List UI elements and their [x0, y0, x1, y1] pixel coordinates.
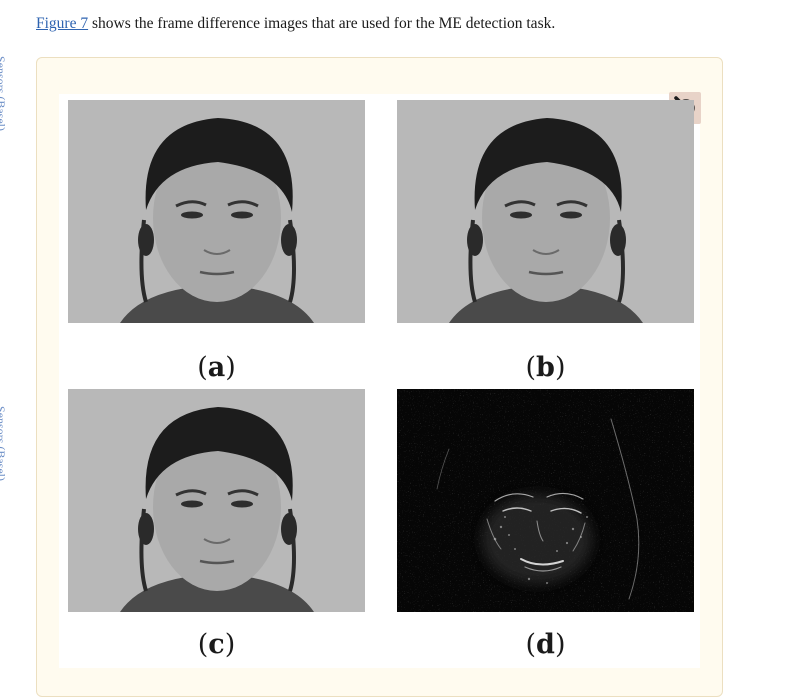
panel-a-face-image — [68, 100, 365, 323]
side-journal-link[interactable]: Sensors (Basel) — [0, 56, 8, 148]
intro-paragraph: Figure 7 shows the frame difference imag… — [36, 14, 555, 34]
intro-text: shows the frame difference images that a… — [88, 15, 556, 32]
figure-7-link[interactable]: Figure 7 — [36, 15, 88, 32]
panel-c-label: (c) — [197, 629, 236, 660]
panel-b-label: (b) — [525, 352, 566, 383]
panel-d-difference-image — [397, 389, 694, 612]
side-journal-link[interactable]: Sensors (Basel) — [0, 406, 8, 498]
panel-a-label: (a) — [197, 352, 236, 383]
panel-b-face-image — [397, 100, 694, 323]
panel-c-face-image — [68, 389, 365, 612]
panel-d-label: (d) — [525, 629, 566, 660]
